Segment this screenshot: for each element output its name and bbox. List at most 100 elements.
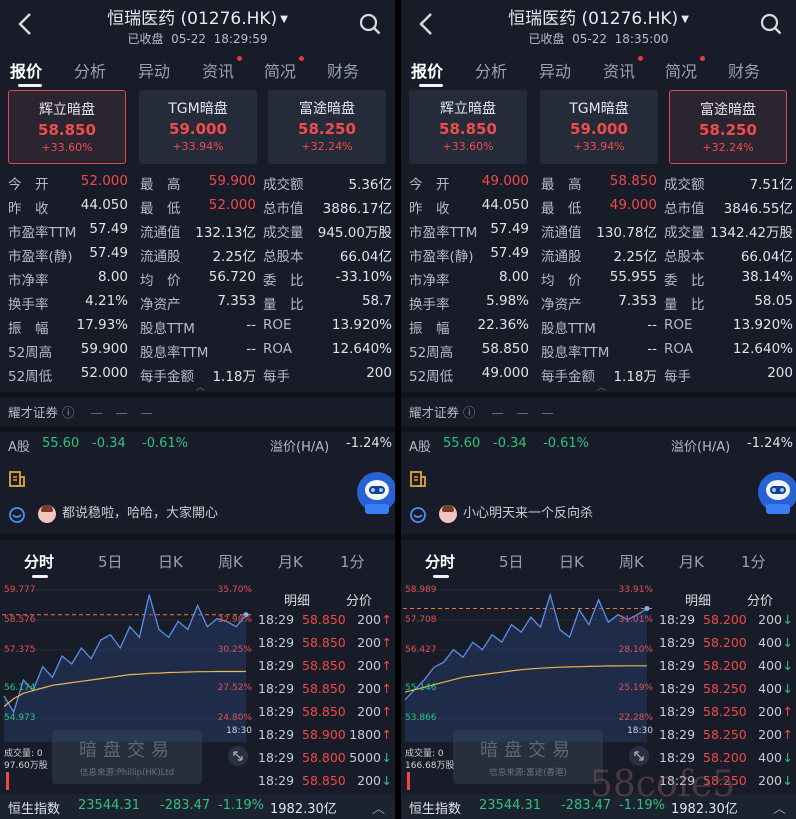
chat-icon[interactable] bbox=[409, 506, 427, 524]
quote-label: 市盈率TTM bbox=[8, 225, 77, 241]
dark-pool-card[interactable]: TGM暗盘 59.000 +33.94% bbox=[139, 90, 257, 164]
tab-4[interactable]: 简况 bbox=[264, 56, 305, 82]
chart-tab[interactable]: 1分 bbox=[741, 551, 766, 572]
chat-icon[interactable] bbox=[8, 506, 26, 524]
fullscreen-icon[interactable] bbox=[629, 746, 649, 766]
intraday-chart[interactable]: 58.989 57.708 56.427 55.146 53.866 33.91% 31.0… bbox=[403, 584, 653, 742]
chart-tab[interactable]: 分时 bbox=[425, 551, 455, 572]
quote-label: 每手 bbox=[664, 369, 691, 385]
trade-price: 58.250 bbox=[703, 727, 747, 742]
dark-pool-change: +33.60% bbox=[442, 140, 494, 153]
a-share-row[interactable]: A股 55.60 -0.34 -0.61% 溢价(H/A) -1.24% bbox=[409, 436, 793, 456]
market-status: 已收盘 05-22 18:29:59 bbox=[0, 30, 395, 47]
search-icon[interactable] bbox=[760, 13, 782, 35]
community-comment[interactable]: 小心明天来一个反向杀 bbox=[439, 502, 593, 528]
quote-value: 2.25亿 bbox=[613, 249, 657, 265]
quote-value: 58.05 bbox=[754, 293, 793, 309]
chart-tab[interactable]: 1分 bbox=[340, 551, 365, 572]
quote-label: 每手金额 bbox=[140, 369, 194, 385]
dark-pool-card[interactable]: 富途暗盘 58.250 +32.24% bbox=[669, 90, 787, 164]
tab-1[interactable]: 分析 bbox=[74, 58, 106, 82]
trade-price: 58.850 bbox=[302, 635, 346, 650]
document-icon[interactable] bbox=[409, 470, 427, 488]
search-icon[interactable] bbox=[359, 13, 381, 35]
fullscreen-icon[interactable] bbox=[228, 746, 248, 766]
quote-value: 1.18万 bbox=[613, 369, 657, 385]
volume-bar bbox=[407, 772, 410, 790]
chart-tab[interactable]: 周K bbox=[218, 551, 243, 572]
chart-tab[interactable]: 月K bbox=[679, 551, 704, 572]
intraday-chart[interactable]: 59.777 58.576 57.375 56.174 54.973 35.70% 32.9… bbox=[2, 584, 252, 742]
trade-volume: 400 bbox=[758, 681, 782, 696]
tab-2[interactable]: 异动 bbox=[539, 58, 571, 82]
quote-label: 流通股 bbox=[140, 249, 181, 265]
tab-4[interactable]: 简况 bbox=[665, 56, 706, 82]
quote-value: 44.050 bbox=[80, 197, 128, 213]
chart-tab[interactable]: 日K bbox=[158, 551, 183, 572]
tab-0[interactable]: 报价 bbox=[411, 58, 443, 82]
main-tabs: 报价 分析 异动 资讯 简况 财务 bbox=[0, 56, 395, 87]
x-axis-label: 18:30 bbox=[226, 726, 252, 736]
tab-0[interactable]: 报价 bbox=[10, 58, 42, 82]
trade-detail-list[interactable]: 明细 分价 18:29 58.200 200 ↓ 18:29 58.200 40… bbox=[655, 584, 796, 811]
expand-up-icon[interactable]: ︿ bbox=[773, 798, 786, 817]
tab-3[interactable]: 资讯 bbox=[603, 56, 644, 82]
trade-detail-list[interactable]: 明细 分价 18:29 58.850 200 ↑ 18:29 58.850 20… bbox=[254, 584, 395, 811]
dark-pool-card[interactable]: 辉立暗盘 58.850 +33.60% bbox=[409, 90, 527, 164]
dark-pool-price: 59.000 bbox=[169, 120, 227, 138]
premium-value: -1.24% bbox=[747, 436, 793, 451]
price-chart-svg bbox=[403, 589, 653, 742]
tab-1[interactable]: 分析 bbox=[475, 58, 507, 82]
dark-pool-card[interactable]: 辉立暗盘 58.850 +33.60% bbox=[8, 90, 126, 164]
chart-tab[interactable]: 5日 bbox=[499, 551, 524, 572]
community-comment[interactable]: 都说稳啦，哈哈，大家開心 bbox=[38, 502, 218, 528]
stock-title[interactable]: 恒瑞医药 (01276.HK) ▼ bbox=[401, 4, 796, 29]
quote-value: 58.850 bbox=[609, 173, 657, 189]
robot-assistant-icon[interactable] bbox=[351, 468, 395, 522]
document-icon[interactable] bbox=[8, 470, 26, 488]
dark-pool-card[interactable]: 富途暗盘 58.250 +32.24% bbox=[268, 90, 386, 164]
trade-time: 18:29 bbox=[258, 750, 295, 765]
watermark-source: 信息来源:富途(香港) bbox=[489, 768, 567, 778]
tab-2[interactable]: 异动 bbox=[138, 58, 170, 82]
dark-pool-change: +33.94% bbox=[573, 140, 625, 153]
chart-tab[interactable]: 月K bbox=[278, 551, 303, 572]
quote-value: 57.49 bbox=[490, 245, 529, 261]
chart-tab[interactable]: 分时 bbox=[24, 551, 54, 572]
quote-label: 成交额 bbox=[664, 177, 705, 193]
chart-tab[interactable]: 5日 bbox=[98, 551, 123, 572]
index-ticker[interactable]: 恒生指数 23544.31 -283.47 -1.19% 1982.30亿 ︿ bbox=[0, 794, 395, 819]
quote-row: 市盈率(静) 57.49 流通股 2.25亿 总股本 66.04亿 bbox=[8, 242, 392, 266]
y-axis-label: 58.576 bbox=[4, 615, 36, 625]
dark-pool-card[interactable]: TGM暗盘 59.000 +33.94% bbox=[540, 90, 658, 164]
dark-trade-watermark: 暗盘交易 信息来源:富途(香港) bbox=[453, 730, 603, 784]
price-header[interactable]: 分价 bbox=[346, 590, 372, 609]
a-share-change: -0.34 bbox=[92, 436, 126, 451]
tab-5[interactable]: 财务 bbox=[728, 58, 760, 82]
chart-tab[interactable]: 日K bbox=[559, 551, 584, 572]
detail-header[interactable]: 明细 bbox=[685, 590, 711, 609]
trade-volume: 400 bbox=[758, 750, 782, 765]
tab-3[interactable]: 资讯 bbox=[202, 56, 243, 82]
stock-title[interactable]: 恒瑞医药 (01276.HK) ▼ bbox=[0, 4, 395, 29]
price-header[interactable]: 分价 bbox=[747, 590, 773, 609]
up-arrow-icon: ↑ bbox=[782, 704, 793, 719]
detail-header[interactable]: 明细 bbox=[284, 590, 310, 609]
expand-up-icon[interactable]: ︿ bbox=[372, 798, 385, 817]
quote-row: 今 开 49.000 最 高 58.850 成交额 7.51亿 bbox=[409, 170, 793, 194]
quote-table: 今 开 49.000 最 高 58.850 成交额 7.51亿昨 收 44.050 最 低 49… bbox=[409, 170, 793, 386]
robot-assistant-icon[interactable] bbox=[752, 468, 796, 522]
quote-label: 今 开 bbox=[409, 177, 450, 193]
a-share-change: -0.34 bbox=[493, 436, 527, 451]
trade-row: 18:29 58.200 400 ↓ bbox=[655, 658, 796, 681]
quote-row: 换手率 5.98% 净资产 7.353 量 比 58.05 bbox=[409, 290, 793, 314]
y-axis-pct-label: 32.98% bbox=[217, 615, 252, 625]
tab-5[interactable]: 财务 bbox=[327, 58, 359, 82]
a-share-row[interactable]: A股 55.60 -0.34 -0.61% 溢价(H/A) -1.24% bbox=[8, 436, 392, 456]
quote-label: ROE bbox=[664, 317, 693, 333]
divider bbox=[401, 426, 796, 432]
dark-pool-change: +33.60% bbox=[41, 141, 93, 154]
broker-row[interactable]: 耀才证券 ⓘ — — — bbox=[409, 402, 554, 421]
chart-tab[interactable]: 周K bbox=[619, 551, 644, 572]
broker-row[interactable]: 耀才证券 ⓘ — — — bbox=[8, 402, 153, 421]
